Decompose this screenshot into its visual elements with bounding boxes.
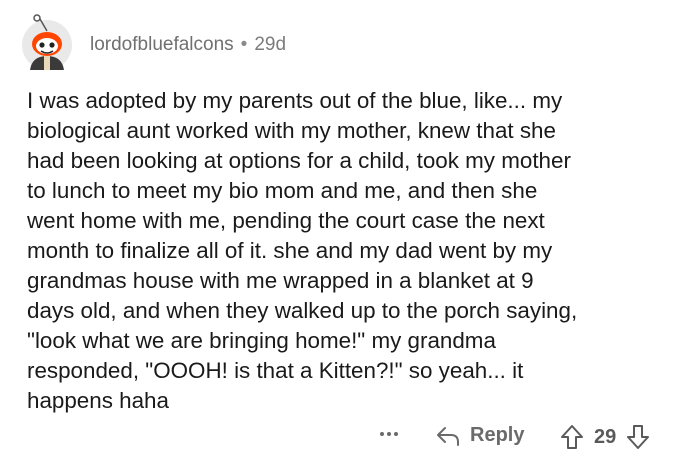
more-options-button[interactable]: [380, 432, 398, 436]
comment-body: I was adopted by my parents out of the b…: [27, 88, 578, 413]
ellipsis-icon-dot: [380, 432, 384, 436]
reddit-snoo-avatar-icon: [22, 14, 72, 70]
vote-controls: 29: [560, 424, 650, 450]
comment-actions: Reply 29: [0, 424, 700, 460]
ellipsis-icon-dot: [394, 432, 398, 436]
downvote-arrow-icon[interactable]: [626, 424, 650, 450]
username-link[interactable]: lordofbluefalcons: [90, 34, 234, 56]
reply-button[interactable]: Reply: [436, 424, 524, 447]
comment: lordofbluefalcons • 29d I was adopted by…: [0, 0, 700, 464]
comment-age[interactable]: 29d: [254, 34, 286, 56]
upvote-arrow-icon[interactable]: [560, 424, 584, 450]
meta-separator: •: [240, 34, 248, 55]
comment-header: lordofbluefalcons • 29d: [90, 34, 286, 56]
user-avatar[interactable]: [20, 14, 74, 72]
reply-label: Reply: [470, 424, 525, 446]
reply-arrow-icon: [437, 426, 459, 446]
score-count: 29: [594, 425, 617, 448]
ellipsis-icon-dot: [387, 432, 391, 436]
